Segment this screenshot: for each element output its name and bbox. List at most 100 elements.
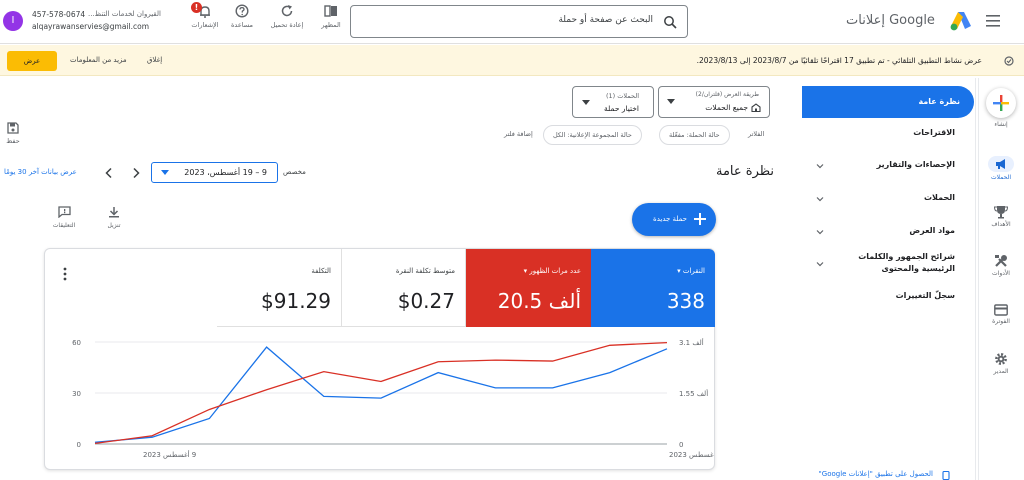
metric-value: 338 [666,289,705,313]
metric-label: عدد مرات الظهور ▾ [523,267,581,275]
chevron-right-icon[interactable] [131,167,141,179]
date-range-picker[interactable]: 9 – 19 أغسطس، 2023 [151,162,278,183]
chevron-down-icon[interactable] [816,195,824,203]
rail-goals[interactable]: الأهداف [978,205,1024,228]
metric-impressions[interactable]: عدد مرات الظهور ▾ 20.5 ألف [466,249,591,327]
rail-create[interactable]: إنشاء [978,88,1024,128]
add-filter-button[interactable]: إضافة فلتر [500,125,537,145]
new-campaign-label: حملة جديدة [653,215,687,223]
top-bar: إعلانات Google البحث عن صفحة أو حملة الم… [0,0,1024,44]
new-campaign-button[interactable]: حملة جديدة [632,203,716,236]
search-placeholder: البحث عن صفحة أو حملة [558,15,653,25]
filter-chip-ad-group-status[interactable]: حالة المجموعة الإعلانية: الكل [543,125,642,145]
nav-item-recommendations[interactable]: الاقتراحات [913,128,955,137]
account-name: القيروان لخدمات التنظ... [88,10,161,18]
rail-admin[interactable]: المدير [978,352,1024,375]
side-nav: نظرة عامة الاقتراحات الإحصاءات والتقارير… [796,78,976,480]
nav-item-assets[interactable]: مواد العرض [909,226,955,235]
account-email: alqayrawanservies@gmail.com [32,22,150,31]
metric-cost[interactable]: التكلفة $91.29 [217,249,342,327]
download-button[interactable]: تنزيل [102,206,126,229]
help-icon [235,4,249,18]
comment-icon [57,206,71,218]
save-icon [7,122,19,134]
nav-item-insights-reports[interactable]: الإحصاءات والتقارير [877,160,955,169]
auto-apply-icon [1004,56,1014,66]
trophy-icon [994,206,1008,219]
rail-campaigns[interactable]: الحملات [978,156,1024,181]
dropdown-arrow-icon [667,99,675,104]
save-button[interactable]: حفظ [5,122,21,145]
notifications-label: الإشعارات [191,21,219,29]
y-tick-label-left: 0 [77,441,81,449]
nav-item-audiences-keywords[interactable]: شرائح الجمهور والكلمات الرئيسية والمحتوى [827,251,955,275]
more-info-button[interactable]: مزيد من المعلومات [70,56,127,64]
notifications-button[interactable]: الإشعارات [182,4,228,29]
nav-item-overview-label: نظرة عامة [918,97,960,106]
tools-icon [995,255,1007,267]
metric-clicks[interactable]: النقرات ▾ 338 [591,249,715,327]
date-mode-label: مخصص [283,168,306,176]
rail-goals-label: الأهداف [991,221,1011,228]
app-name: إعلانات Google [846,13,935,28]
y-tick-label-left: 30 [72,390,81,398]
search-icon [663,15,677,29]
nav-item-overview[interactable]: نظرة عامة [802,86,974,118]
refresh-button[interactable]: إعادة تحميل [264,4,310,29]
series-line [94,346,668,443]
comments-label: التعليقات [52,222,76,229]
metric-label: متوسط تكلفة النقرة [395,267,455,275]
rail-billing[interactable]: الفوترة [978,304,1024,325]
view-selector[interactable]: طريقة العرض (فلتران/2) جميع الحملات [658,86,770,118]
gear-icon [995,353,1007,365]
campaign-selector-value: اختيار حملة [603,104,639,113]
dropdown-arrow-icon [161,170,169,175]
chevron-left-icon[interactable] [104,167,114,179]
phone-app-icon [942,471,950,480]
more-options-icon[interactable] [63,267,67,281]
alert-badge-icon: ! [191,2,202,13]
save-label: حفظ [6,137,20,145]
comments-button[interactable]: التعليقات [50,206,78,229]
filters-label: الفلاتر [748,130,765,138]
rail-tools-label: الأدوات [992,270,1010,277]
refresh-icon [281,5,293,17]
avatar[interactable]: I [3,11,23,31]
y-tick-label-right: 3.1 ألف [679,338,704,347]
nav-item-campaigns[interactable]: الحملات [924,193,955,202]
download-label: تنزيل [107,222,121,229]
banner-close-button[interactable]: إغلاق [147,56,162,64]
refresh-label: إعادة تحميل [270,21,304,29]
download-icon [109,207,119,218]
nav-item-change-history[interactable]: سجلّ التغييرات [896,291,955,300]
rail-tools[interactable]: الأدوات [978,254,1024,277]
menu-icon[interactable] [986,14,1002,28]
campaign-selector[interactable]: الحملات (1) اختيار حملة [572,86,654,118]
metric-label: التكلفة [311,267,331,275]
metric-value: 20.5 ألف [497,289,581,313]
filter-chip-campaign-status[interactable]: حالة الحملة: مفعّلة [659,125,730,145]
view-selector-value: جميع الحملات [705,103,748,112]
y-tick-label-right: 1.55 ألف [679,389,708,398]
credit-card-icon [994,304,1008,316]
metric-avg-cpc[interactable]: متوسط تكلفة النقرة $0.27 [342,249,466,327]
chevron-down-icon[interactable] [816,260,824,268]
page-title: نظرة عامة [716,164,775,179]
rail-admin-label: المدير [993,368,1009,375]
auto-apply-banner: عرض نشاط التطبيق التلقائي - تم تطبيق 17 … [0,45,1024,76]
rail-create-label: إنشاء [994,121,1008,128]
date-range-value: 9 – 19 أغسطس، 2023 [184,168,267,177]
get-app-link[interactable]: الحصول على تطبيق "إعلانات Google" [819,470,933,478]
metric-label: النقرات ▾ [677,267,705,275]
x-tick-label: 19 أغسطس 2023 [669,450,714,459]
view-selector-label: طريقة العرض (فلتران/2) [695,91,759,98]
dropdown-arrow-icon: ▾ [523,267,528,275]
search-input[interactable]: البحث عن صفحة أو حملة [350,5,688,38]
appearance-button[interactable]: المظهر [308,4,354,29]
chevron-down-icon[interactable] [816,162,824,170]
account-phone: 457-578-0674 [32,10,86,19]
view-button[interactable]: عرض [7,51,57,71]
last-30-days-link[interactable]: عرض بيانات آخر 30 يومًا [4,168,77,176]
rail-campaigns-label: الحملات [990,174,1012,181]
chevron-down-icon[interactable] [816,228,824,236]
